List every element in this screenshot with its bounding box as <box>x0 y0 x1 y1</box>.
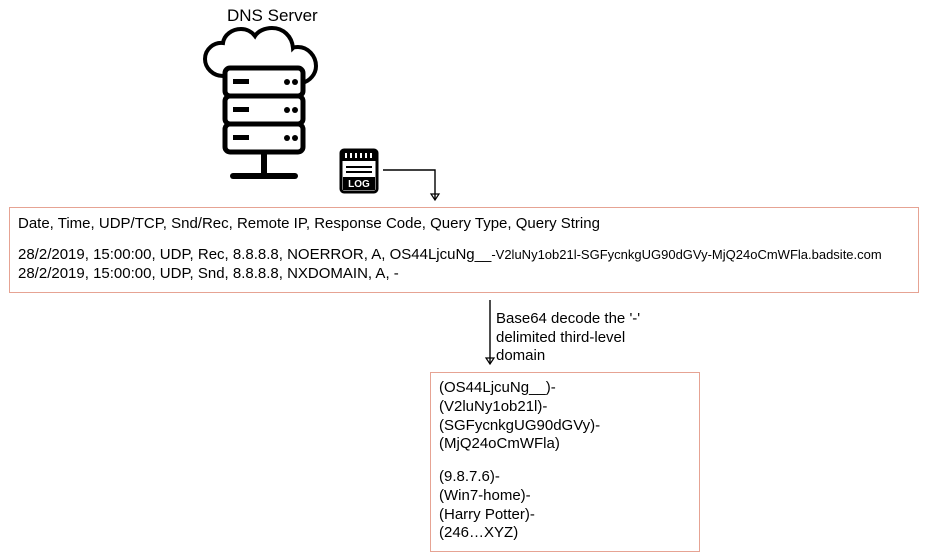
diagram-canvas: DNS Server <box>0 0 938 559</box>
dns-log-box: Date, Time, UDP/TCP, Snd/Rec, Remote IP,… <box>9 207 919 293</box>
decoded-part-0: (9.8.7.6)- <box>439 468 691 487</box>
decoded-part-2: (Harry Potter)- <box>439 506 691 525</box>
encoded-part-1: (V2luNy1ob21l)- <box>439 398 691 417</box>
decode-arrow-label-2a: delimited third-level <box>496 329 625 346</box>
log-header: Date, Time, UDP/TCP, Snd/Rec, Remote IP,… <box>18 215 910 234</box>
log-entry-0-prefix: 28/2/2019, 15:00:00, UDP, Rec, 8.8.8.8, … <box>18 246 491 263</box>
log-entry-1-prefix: 28/2/2019, 15:00:00, UDP, Snd, 8.8.8.8, … <box>18 265 399 282</box>
encoded-part-3: (MjQ24oCmWFla) <box>439 435 691 454</box>
decode-arrow-label-2b: domain <box>496 347 545 364</box>
decoded-part-3: (246…XYZ) <box>439 524 691 543</box>
encoded-part-0: (OS44LjcuNg__)- <box>439 379 691 398</box>
log-entry-1: 28/2/2019, 15:00:00, UDP, Snd, 8.8.8.8, … <box>18 265 910 284</box>
svg-text:LOG: LOG <box>348 179 370 190</box>
decode-arrow-label-1: Base64 decode the '-' <box>496 310 640 328</box>
dns-server-title: DNS Server <box>227 6 318 26</box>
log-entry-0-query: -V2luNy1ob21l-SGFycnkgUG90dGVy-MjQ24oCmW… <box>491 247 881 262</box>
decode-arrow-label-2: delimited third-level domain <box>496 329 625 365</box>
dns-server-icon <box>195 26 355 195</box>
decoded-box: (OS44LjcuNg__)- (V2luNy1ob21l)- (SGFycnk… <box>430 372 700 552</box>
log-file-icon: LOG <box>338 147 380 199</box>
encoded-part-2: (SGFycnkgUG90dGVy)- <box>439 417 691 436</box>
arrow-log-to-logbox <box>380 160 454 210</box>
log-entry-0: 28/2/2019, 15:00:00, UDP, Rec, 8.8.8.8, … <box>18 246 910 265</box>
decoded-part-1: (Win7-home)- <box>439 487 691 506</box>
